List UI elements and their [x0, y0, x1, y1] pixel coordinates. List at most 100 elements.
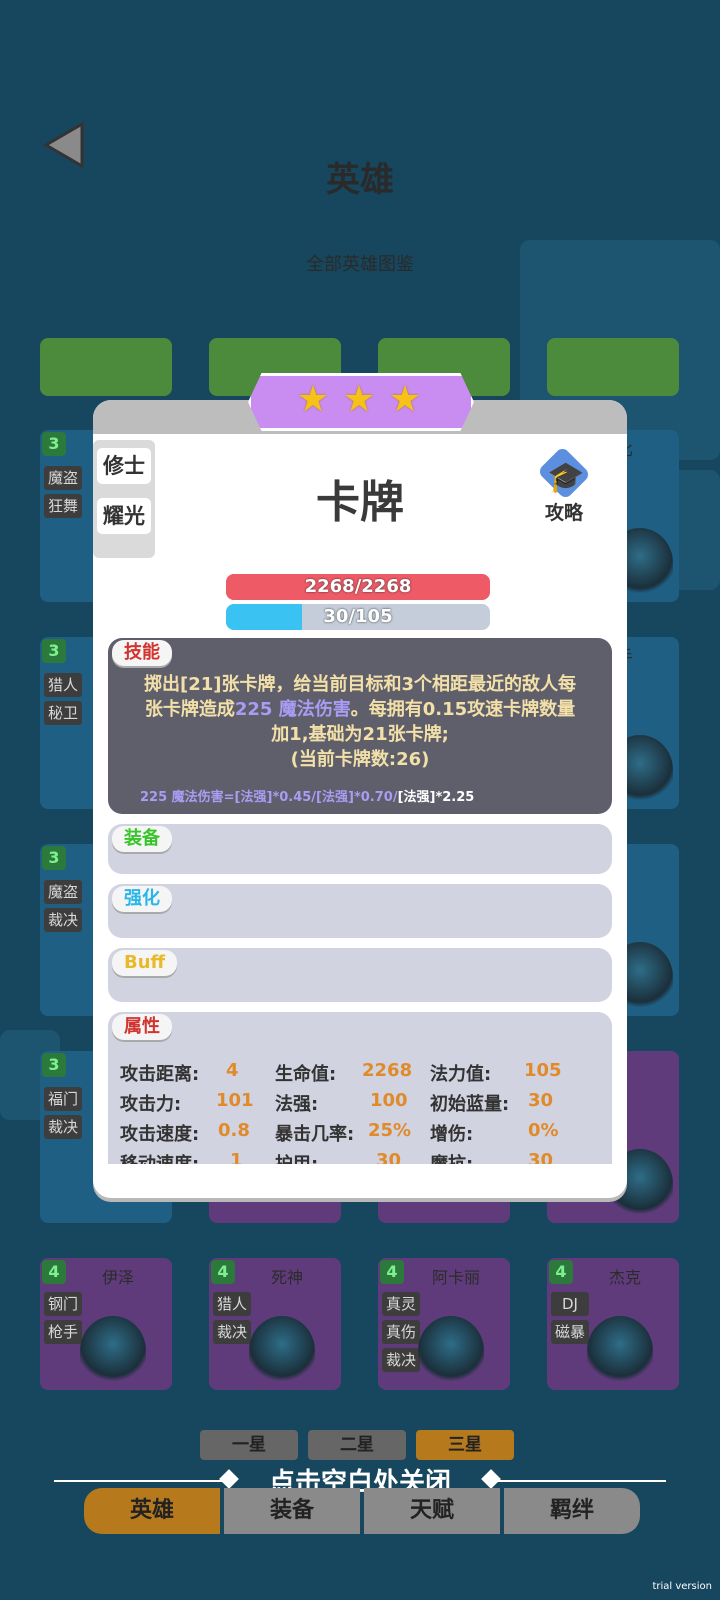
attr-value: 105	[524, 1060, 562, 1081]
attr-name: 暴击几率:	[275, 1124, 355, 1145]
damage-formula: 225 魔法伤害=[法强]*0.45/[法强]*0.70/[法强]*2.25	[140, 786, 474, 805]
attr-name: 移动速度:	[120, 1150, 199, 1164]
trait-tag: 魔盗	[44, 880, 82, 904]
tab-two-star[interactable]: 二星	[308, 1430, 406, 1460]
attr-name: 生命值:	[275, 1064, 337, 1085]
attr-value: 101	[216, 1090, 254, 1111]
star-icon: ★	[342, 379, 376, 420]
attr-name: 攻击力:	[120, 1094, 182, 1115]
strategy-label: 攻略	[544, 502, 583, 524]
hero-card[interactable]: 4 死神 猎人 裁决	[209, 1258, 341, 1390]
hero-figure	[418, 1316, 484, 1386]
tab-three-star[interactable]: 三星	[416, 1430, 514, 1460]
skill-description: 掷出[21]张卡牌，给当前目标和3个相距最近的敌人每 张卡牌造成225 魔法伤害…	[128, 672, 592, 772]
hero-card-name: 伊泽	[101, 1268, 134, 1287]
trait-tag: 枪手	[44, 1320, 82, 1344]
hero-figure	[80, 1316, 146, 1386]
attr-name: 初始蓝量:	[430, 1094, 510, 1115]
attr-value: 0%	[528, 1120, 559, 1141]
skill-line: 加1,基础为21张卡牌;	[271, 724, 449, 745]
trait-tag: 裁决	[44, 1115, 82, 1139]
formula-part: 225 魔法伤害=[法强]*0.45/[法强]*0.70/	[140, 790, 398, 805]
mana-text: 30/105	[323, 606, 393, 627]
graduation-cap-glyph: 🎓	[547, 460, 585, 495]
trait-tag: 裁决	[44, 908, 82, 932]
tab-heroes[interactable]: 英雄	[84, 1488, 220, 1534]
attr-value: 30	[528, 1150, 554, 1164]
attribute-section: 属性 攻击距离: 4 生命值: 2268 法力值: 105 攻击力: 101 法…	[108, 1012, 612, 1164]
tab-equipment[interactable]: 装备	[224, 1488, 360, 1534]
trait-tag: 真灵	[382, 1292, 420, 1316]
page-title: 英雄	[326, 160, 394, 200]
hero-detail-modal: ★ ★ ★ 修士 耀光 卡牌 🎓 攻略 2268/2268 30/105 技能 …	[93, 373, 627, 1198]
page-subtitle: 全部英雄图鉴	[306, 254, 414, 275]
divider	[498, 1480, 666, 1482]
rank-badge: 4	[42, 1260, 66, 1284]
tab-talent[interactable]: 天赋	[364, 1488, 500, 1534]
rank-badge: 3	[42, 432, 66, 456]
equip-section: 装备	[108, 824, 612, 874]
trait-tag: 钢门	[44, 1292, 82, 1316]
rank-badge: 4	[211, 1260, 235, 1284]
trait-tag: 裁决	[213, 1320, 251, 1344]
attr-name: 法强:	[275, 1094, 319, 1115]
rank-badge: 3	[42, 846, 66, 870]
hp-text: 2268/2268	[304, 576, 412, 597]
hero-card[interactable]: 4 杰克 DJ 磁暴	[547, 1258, 679, 1390]
hero-card-name: 杰克	[608, 1268, 641, 1287]
trait-tag: 福门	[44, 1087, 82, 1111]
attribute-label: 属性	[112, 1014, 172, 1040]
tab-bonds[interactable]: 羁绊	[504, 1488, 640, 1534]
enhance-label: 强化	[112, 886, 172, 912]
hero-card[interactable]	[547, 338, 679, 396]
attr-value: 4	[226, 1060, 239, 1081]
trait-tag: 真伤	[382, 1320, 420, 1344]
skill-line: 张卡牌造成225 魔法伤害。每拥有0.15攻速卡牌数量	[128, 697, 592, 722]
skill-text-part: 。每拥有0.15攻速卡牌数量	[350, 699, 576, 720]
formula-part: [法强]*2.25	[397, 790, 475, 805]
attr-name: 攻击速度:	[120, 1124, 200, 1145]
hero-card[interactable]	[40, 338, 172, 396]
hero-card-name: 阿卡丽	[431, 1268, 480, 1287]
hero-figure	[249, 1316, 315, 1386]
skill-label: 技能	[112, 640, 172, 666]
trait-tag: 秘卫	[44, 701, 82, 725]
star-rating-banner: ★ ★ ★	[248, 373, 474, 431]
attr-value: 100	[370, 1090, 408, 1111]
attr-value: 30	[376, 1150, 402, 1164]
equip-label: 装备	[112, 826, 172, 852]
trait-tag: 裁决	[382, 1348, 420, 1372]
magic-damage-text: 225 魔法伤害	[234, 699, 351, 720]
watermark-text: trial version	[652, 1581, 712, 1592]
mana-bar: 30/105	[226, 604, 490, 630]
hero-card[interactable]: 4 阿卡丽 真灵 真伤 裁决	[378, 1258, 510, 1390]
attr-name: 攻击距离:	[120, 1064, 200, 1085]
rank-badge: 3	[42, 1053, 66, 1077]
strategy-button[interactable]: 🎓 攻略	[529, 446, 599, 524]
star-icon: ★	[388, 379, 422, 420]
hp-bar: 2268/2268	[226, 574, 490, 600]
tab-one-star[interactable]: 一星	[200, 1430, 298, 1460]
trait-tag: 磁暴	[551, 1320, 589, 1344]
attr-value: 1	[230, 1150, 243, 1164]
trait-tag: DJ	[551, 1292, 589, 1316]
star-filter-tabs: 一星 二星 三星	[200, 1430, 520, 1462]
buff-section: Buff	[108, 948, 612, 1002]
hero-figure	[587, 1316, 653, 1386]
buff-label: Buff	[112, 950, 178, 976]
hero-card-name: 死神	[270, 1268, 303, 1287]
attr-name: 法力值:	[430, 1064, 492, 1085]
rank-badge: 4	[549, 1260, 573, 1284]
trait-tag: 魔盗	[44, 466, 82, 490]
attr-name: 增伤:	[430, 1124, 474, 1145]
hero-card[interactable]: 4 伊泽 钢门 枪手	[40, 1258, 172, 1390]
skill-line: 掷出[21]张卡牌，给当前目标和3个相距最近的敌人每	[143, 674, 577, 695]
skill-line: (当前卡牌数:26)	[290, 749, 430, 770]
rank-badge: 4	[380, 1260, 404, 1284]
attr-name: 护甲:	[275, 1150, 318, 1164]
skill-section: 技能 掷出[21]张卡牌，给当前目标和3个相距最近的敌人每 张卡牌造成225 魔…	[108, 638, 612, 814]
attr-value: 2268	[362, 1060, 413, 1081]
attr-name: 魔抗:	[430, 1150, 473, 1164]
rank-badge: 3	[42, 639, 66, 663]
trait-tag: 狂舞	[44, 494, 82, 518]
